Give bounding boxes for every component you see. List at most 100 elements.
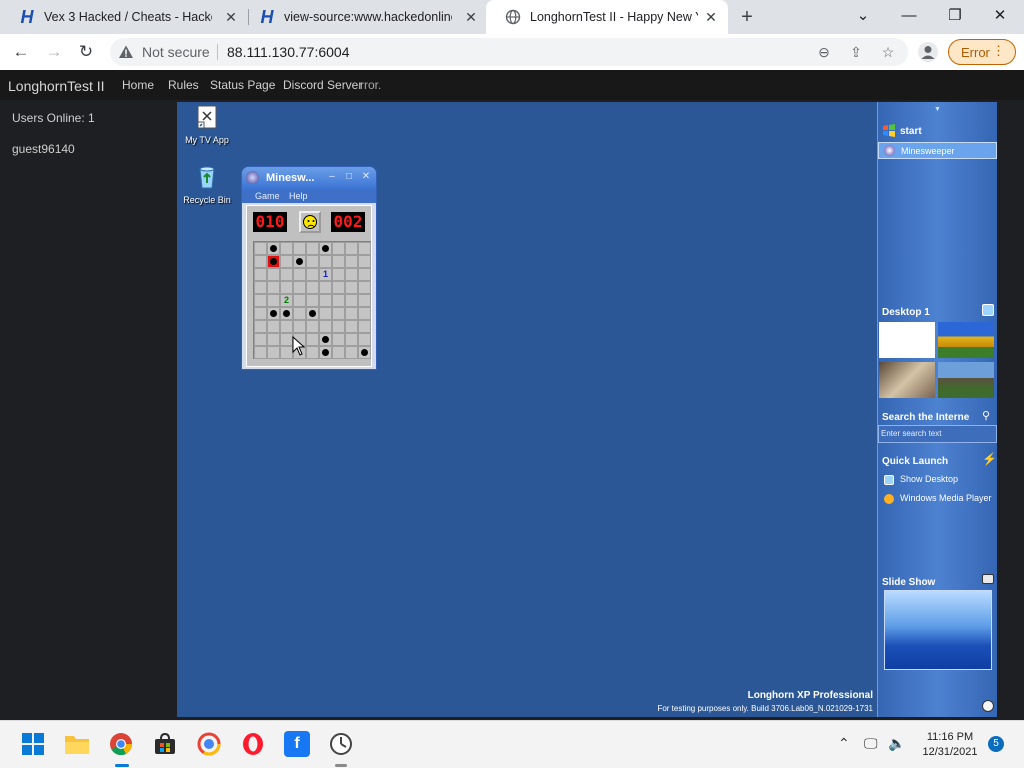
blank-cell[interactable] xyxy=(319,255,332,268)
blank-cell[interactable] xyxy=(345,346,358,359)
volume-icon[interactable]: 🔈 xyxy=(888,735,905,752)
blank-cell[interactable] xyxy=(332,268,345,281)
blank-cell[interactable] xyxy=(358,268,371,281)
blank-cell[interactable] xyxy=(358,242,371,255)
blank-cell[interactable] xyxy=(280,268,293,281)
nav-discord-server[interactable]: Discord Server xyxy=(283,78,362,92)
desktop-thumbnail-sand[interactable] xyxy=(879,362,935,398)
error-button[interactable]: Error ⋮ xyxy=(948,39,1016,65)
blank-cell[interactable] xyxy=(345,255,358,268)
blank-cell[interactable] xyxy=(267,346,280,359)
maximize-button[interactable]: ❐ xyxy=(943,4,967,28)
blank-cell[interactable] xyxy=(306,294,319,307)
blank-cell[interactable] xyxy=(280,320,293,333)
blank-cell[interactable] xyxy=(345,333,358,346)
blank-cell[interactable] xyxy=(254,294,267,307)
desktop-thumbnail-stonehenge[interactable] xyxy=(938,362,994,398)
network-icon[interactable]: 🖵 xyxy=(864,735,878,752)
blank-cell[interactable] xyxy=(267,294,280,307)
tab-search-chevron-icon[interactable]: ⌄ xyxy=(851,4,875,28)
close-window-button[interactable]: ✕ xyxy=(988,4,1012,28)
close-icon[interactable]: ✕ xyxy=(360,171,372,183)
zoom-icon[interactable]: ⊖ xyxy=(816,44,832,60)
forward-button[interactable]: → xyxy=(43,41,65,63)
quick-launch-media-player[interactable]: Windows Media Player xyxy=(900,493,992,503)
mine-cell[interactable] xyxy=(293,255,306,268)
mine-cell[interactable] xyxy=(306,307,319,320)
tab-longhorntest[interactable]: LonghornTest II - Happy New Ye ✕ xyxy=(486,0,728,34)
blank-cell[interactable] xyxy=(345,307,358,320)
blank-cell[interactable] xyxy=(345,242,358,255)
blank-cell[interactable] xyxy=(280,255,293,268)
blank-cell[interactable] xyxy=(358,281,371,294)
windows-logo-icon[interactable] xyxy=(882,124,896,138)
windows-start-icon[interactable] xyxy=(20,731,46,757)
bookmark-star-icon[interactable]: ☆ xyxy=(880,44,896,60)
show-hidden-icons-chevron[interactable]: ⌃ xyxy=(838,735,850,752)
nav-home[interactable]: Home xyxy=(122,78,154,92)
profile-avatar-icon[interactable] xyxy=(918,42,938,62)
minimize-icon[interactable]: – xyxy=(326,171,338,183)
mine-cell[interactable] xyxy=(267,307,280,320)
blank-cell[interactable] xyxy=(319,307,332,320)
minesweeper-titlebar[interactable]: Minesw... – □ ✕ xyxy=(242,167,376,189)
mine-cell[interactable] xyxy=(358,346,371,359)
exploded-mine-cell[interactable] xyxy=(267,255,280,268)
blank-cell[interactable] xyxy=(267,268,280,281)
warning-icon[interactable] xyxy=(118,44,134,60)
minefield-grid[interactable]: 12 xyxy=(253,241,371,359)
blank-cell[interactable] xyxy=(332,294,345,307)
minesweeper-window[interactable]: Minesw... – □ ✕ Game Help 010 002 12 xyxy=(241,166,377,370)
clock-app-icon[interactable] xyxy=(328,731,354,757)
tab-view-source[interactable]: H view-source:www.hackedonlineg ✕ xyxy=(240,0,488,34)
blank-cell[interactable] xyxy=(345,268,358,281)
blank-cell[interactable] xyxy=(293,268,306,281)
blank-cell[interactable] xyxy=(280,281,293,294)
menu-help[interactable]: Help xyxy=(289,191,308,201)
mine-cell[interactable] xyxy=(319,242,332,255)
nav-rules[interactable]: Rules xyxy=(168,78,199,92)
share-icon[interactable]: ⇪ xyxy=(848,44,864,60)
clock-icon[interactable] xyxy=(982,700,994,712)
blank-cell[interactable] xyxy=(267,320,280,333)
blank-cell[interactable] xyxy=(254,242,267,255)
blank-cell[interactable] xyxy=(293,281,306,294)
blank-cell[interactable] xyxy=(358,333,371,346)
slide-show-image[interactable] xyxy=(884,590,992,670)
minimize-button[interactable]: — xyxy=(897,4,921,28)
desktop-tile-icon[interactable] xyxy=(982,304,994,316)
blank-cell[interactable] xyxy=(254,255,267,268)
reload-button[interactable]: ↻ xyxy=(75,41,97,63)
blank-cell[interactable] xyxy=(306,346,319,359)
blank-cell[interactable] xyxy=(358,294,371,307)
blank-cell[interactable] xyxy=(267,333,280,346)
quick-launch-show-desktop[interactable]: Show Desktop xyxy=(900,474,958,484)
blank-cell[interactable] xyxy=(358,307,371,320)
not-secure-label[interactable]: Not secure xyxy=(142,44,210,60)
blank-cell[interactable] xyxy=(332,333,345,346)
number-cell[interactable]: 2 xyxy=(280,294,293,307)
blank-cell[interactable] xyxy=(319,294,332,307)
blank-cell[interactable] xyxy=(306,333,319,346)
blank-cell[interactable] xyxy=(254,333,267,346)
blank-cell[interactable] xyxy=(254,307,267,320)
blank-cell[interactable] xyxy=(306,320,319,333)
new-tab-button[interactable]: + xyxy=(736,6,758,28)
blank-cell[interactable] xyxy=(306,281,319,294)
blank-cell[interactable] xyxy=(332,242,345,255)
nav-status-page[interactable]: Status Page xyxy=(210,78,275,92)
blank-cell[interactable] xyxy=(306,242,319,255)
blank-cell[interactable] xyxy=(306,255,319,268)
mine-cell[interactable] xyxy=(280,307,293,320)
mine-cell[interactable] xyxy=(267,242,280,255)
menu-game[interactable]: Game xyxy=(255,191,280,201)
blank-cell[interactable] xyxy=(293,307,306,320)
smiley-reset-button[interactable] xyxy=(299,211,321,233)
url-text[interactable]: 88.111.130.77:6004 xyxy=(227,44,350,60)
close-icon[interactable]: ✕ xyxy=(224,10,238,24)
blank-cell[interactable] xyxy=(306,268,319,281)
blank-cell[interactable] xyxy=(345,294,358,307)
back-button[interactable]: ← xyxy=(10,41,32,63)
maximize-icon[interactable]: □ xyxy=(343,171,355,183)
mine-cell[interactable] xyxy=(319,346,332,359)
